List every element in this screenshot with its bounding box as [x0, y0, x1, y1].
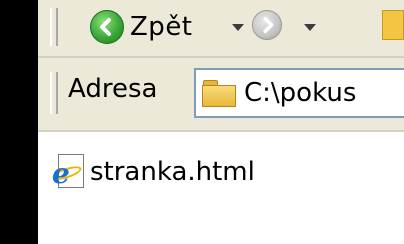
address-label: Adresa	[68, 74, 158, 104]
folder-icon	[202, 80, 236, 107]
window-left-edge	[0, 0, 38, 244]
file-name: stranka.html	[90, 157, 255, 187]
file-list: e stranka.html	[38, 132, 404, 244]
address-input[interactable]: C:\pokus	[194, 68, 404, 118]
forward-dropdown-icon[interactable]	[304, 24, 316, 31]
list-item[interactable]: e stranka.html	[51, 154, 255, 190]
address-value: C:\pokus	[244, 78, 357, 108]
folder-up-icon[interactable]	[382, 10, 404, 40]
address-bar-grip[interactable]	[50, 72, 58, 114]
back-button-label: Zpět	[130, 12, 193, 42]
address-bar: Adresa C:\pokus	[38, 58, 404, 132]
forward-arrow-icon	[263, 16, 274, 34]
toolbar-grip[interactable]	[50, 8, 58, 46]
internet-explorer-icon: e	[51, 154, 86, 190]
back-arrow-icon	[90, 10, 124, 44]
back-button[interactable]: Zpět	[90, 6, 193, 48]
forward-button[interactable]	[252, 10, 282, 40]
back-dropdown-icon[interactable]	[232, 24, 244, 31]
standard-toolbar: Zpět	[38, 0, 404, 58]
explorer-window: Zpět Adresa C:\pokus e stranka.html	[0, 0, 404, 244]
